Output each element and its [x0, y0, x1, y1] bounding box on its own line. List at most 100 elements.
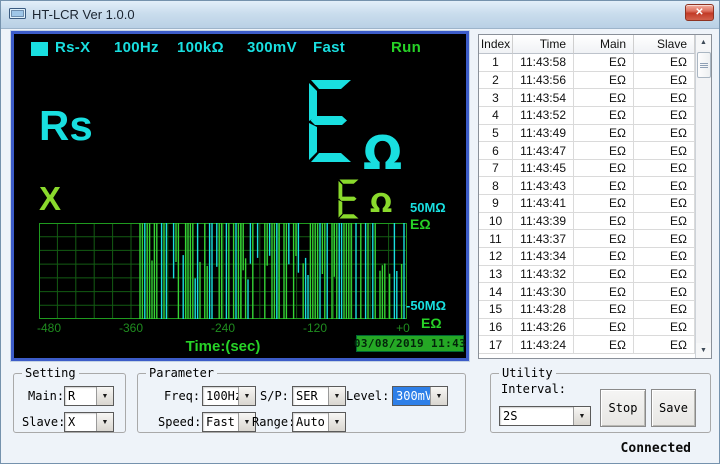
- scroll-up-icon[interactable]: ▲: [696, 35, 711, 50]
- dropdown-arrow-icon[interactable]: ▼: [430, 387, 447, 405]
- table-cell: 11:43:30: [513, 283, 574, 301]
- table-cell: 11:43:43: [513, 177, 574, 195]
- sp-select[interactable]: SER ▼: [292, 386, 346, 406]
- table-row[interactable]: 1711:43:24EΩEΩ: [479, 336, 695, 354]
- column-header-index[interactable]: Index: [479, 35, 513, 54]
- table-cell: EΩ: [634, 336, 695, 354]
- status-speed: Fast: [313, 39, 345, 56]
- range-select-value: Auto: [293, 413, 328, 431]
- level-select-label: Level:: [346, 389, 389, 403]
- column-header-slave[interactable]: Slave: [634, 35, 695, 54]
- interval-select-value: 2S: [500, 407, 573, 425]
- table-cell: EΩ: [634, 248, 695, 266]
- table-row[interactable]: 811:43:43EΩEΩ: [479, 177, 695, 195]
- column-header-time[interactable]: Time: [513, 35, 574, 54]
- table-cell: EΩ: [574, 266, 634, 284]
- table-cell: 11:43:32: [513, 266, 574, 284]
- dropdown-arrow-icon[interactable]: ▼: [328, 387, 345, 405]
- table-cell: EΩ: [574, 230, 634, 248]
- range-select[interactable]: Auto ▼: [292, 412, 346, 432]
- connection-status: Connected: [621, 441, 691, 456]
- scrollbar-thumb[interactable]: [697, 52, 711, 78]
- slave-select-value: X: [65, 413, 96, 431]
- dropdown-arrow-icon[interactable]: ▼: [96, 413, 113, 431]
- parameter-panel: Parameter Freq: 100Hz ▼ S/P: SER ▼ Level…: [137, 373, 466, 433]
- interval-select[interactable]: 2S ▼: [499, 406, 591, 426]
- table-row[interactable]: 511:43:49EΩEΩ: [479, 125, 695, 143]
- setting-panel: Setting Main: R ▼ Slave: X ▼: [13, 373, 126, 433]
- table-cell: 16: [479, 319, 513, 337]
- table-cell: EΩ: [634, 319, 695, 337]
- x-tick-label: -120: [303, 321, 327, 335]
- app-window: HT-LCR Ver 1.0.0 ✕ Rs-X 100Hz 100kΩ 300m…: [0, 0, 720, 464]
- table-cell: 15: [479, 301, 513, 319]
- utility-panel-title: Utility: [499, 366, 556, 380]
- dropdown-arrow-icon[interactable]: ▼: [573, 407, 590, 425]
- table-cell: EΩ: [574, 248, 634, 266]
- table-cell: 6: [479, 142, 513, 160]
- table-cell: EΩ: [634, 89, 695, 107]
- table-row[interactable]: 311:43:54EΩEΩ: [479, 89, 695, 107]
- table-cell: EΩ: [634, 266, 695, 284]
- table-row[interactable]: 1611:43:26EΩEΩ: [479, 319, 695, 337]
- table-scrollbar[interactable]: ▲ ▼: [695, 35, 711, 358]
- table-cell: EΩ: [574, 336, 634, 354]
- lcd-display: Rs-X 100Hz 100kΩ 300mV Fast Run Rs Ω X: [11, 31, 469, 361]
- table-cell: EΩ: [574, 72, 634, 90]
- table-row[interactable]: 111:43:58EΩEΩ: [479, 54, 695, 72]
- dropdown-arrow-icon[interactable]: ▼: [238, 387, 255, 405]
- table-cell: EΩ: [574, 301, 634, 319]
- table-cell: EΩ: [574, 213, 634, 231]
- scroll-down-icon[interactable]: ▼: [696, 343, 711, 358]
- save-button[interactable]: Save: [651, 389, 696, 427]
- freq-select-value: 100Hz: [203, 387, 238, 405]
- table-cell: EΩ: [634, 195, 695, 213]
- app-icon: [9, 8, 26, 21]
- table-cell: EΩ: [634, 107, 695, 125]
- stop-button[interactable]: Stop: [600, 389, 646, 427]
- table-row[interactable]: 411:43:52EΩEΩ: [479, 107, 695, 125]
- slave-value-seven-segment-E: [337, 179, 360, 219]
- table-cell: EΩ: [634, 177, 695, 195]
- speed-select-label: Speed:: [158, 415, 201, 429]
- table-cell: EΩ: [634, 213, 695, 231]
- column-header-main[interactable]: Main: [574, 35, 634, 54]
- table-row[interactable]: 211:43:56EΩEΩ: [479, 72, 695, 90]
- slave-select[interactable]: X ▼: [64, 412, 114, 432]
- table-row[interactable]: 711:43:45EΩEΩ: [479, 160, 695, 178]
- title-bar[interactable]: HT-LCR Ver 1.0.0 ✕: [1, 1, 719, 29]
- dropdown-arrow-icon[interactable]: ▼: [328, 413, 345, 431]
- table-row[interactable]: 911:43:41EΩEΩ: [479, 195, 695, 213]
- graph-ymax-label: 50MΩ: [410, 200, 446, 215]
- table-row[interactable]: 1311:43:32EΩEΩ: [479, 266, 695, 284]
- table-row[interactable]: 1011:43:39EΩEΩ: [479, 213, 695, 231]
- table-row[interactable]: 1511:43:28EΩEΩ: [479, 301, 695, 319]
- table-cell: 3: [479, 89, 513, 107]
- speed-select[interactable]: Fast ▼: [202, 412, 256, 432]
- table-cell: 11:43:45: [513, 160, 574, 178]
- status-run-state: Run: [391, 39, 421, 56]
- table-row[interactable]: 1411:43:30EΩEΩ: [479, 283, 695, 301]
- x-tick-label: -360: [119, 321, 143, 335]
- table-row[interactable]: 1111:43:37EΩEΩ: [479, 230, 695, 248]
- slave-parameter-label: X: [39, 180, 61, 218]
- table-cell: EΩ: [574, 54, 634, 72]
- table-cell: EΩ: [634, 230, 695, 248]
- table-cell: EΩ: [574, 125, 634, 143]
- table-cell: EΩ: [634, 125, 695, 143]
- freq-select[interactable]: 100Hz ▼: [202, 386, 256, 406]
- dropdown-arrow-icon[interactable]: ▼: [96, 387, 113, 405]
- table-header: Index Time Main Slave: [479, 35, 695, 54]
- table-row[interactable]: 611:43:47EΩEΩ: [479, 142, 695, 160]
- table-cell: 11:43:34: [513, 248, 574, 266]
- level-select[interactable]: 300mV ▼: [392, 386, 448, 406]
- table-row[interactable]: 1211:43:34EΩEΩ: [479, 248, 695, 266]
- table-cell: EΩ: [574, 177, 634, 195]
- close-button[interactable]: ✕: [685, 4, 714, 21]
- status-level: 300mV: [247, 39, 297, 56]
- utility-panel: Utility Interval: 2S ▼ Stop Save: [490, 373, 711, 433]
- main-select-label: Main:: [28, 389, 64, 403]
- table-cell: 8: [479, 177, 513, 195]
- graph-x-axis-title: Time:(sec): [39, 338, 407, 355]
- main-select[interactable]: R ▼: [64, 386, 114, 406]
